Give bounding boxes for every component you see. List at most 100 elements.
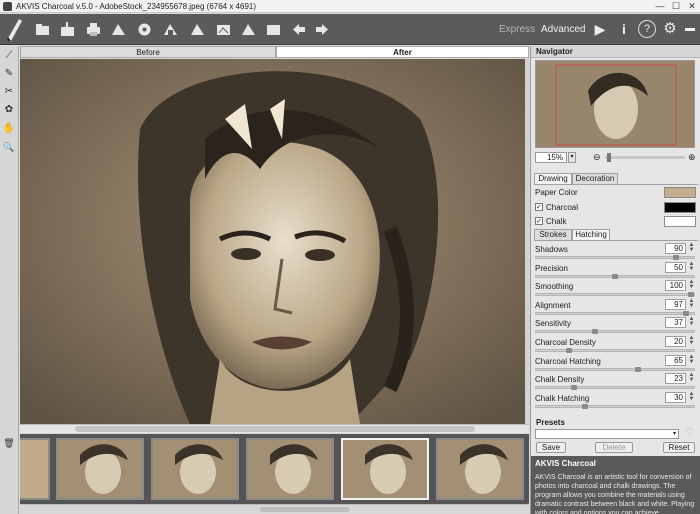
zoom-in-icon[interactable]: ⊕ bbox=[688, 152, 696, 163]
hand-tool-icon[interactable]: ✋ bbox=[2, 122, 16, 136]
tab-before[interactable]: Before bbox=[20, 46, 276, 58]
param-slider[interactable] bbox=[535, 274, 695, 279]
param-value-field[interactable]: 20 bbox=[665, 336, 686, 347]
favorite-icon[interactable]: ♡ bbox=[685, 427, 694, 438]
image-canvas[interactable] bbox=[20, 59, 525, 424]
chalk-color-swatch[interactable] bbox=[664, 216, 696, 227]
param-slider[interactable] bbox=[535, 367, 695, 372]
param-label: Chalk Hatching bbox=[535, 394, 590, 403]
zoom-slider-knob[interactable] bbox=[607, 153, 611, 162]
preferences-icon[interactable]: ⚙ bbox=[661, 20, 679, 38]
navigator-preview[interactable] bbox=[535, 60, 695, 148]
zoom-dropdown-icon[interactable]: ▾ bbox=[568, 152, 576, 163]
spinner-icon[interactable]: ▲ ▼ bbox=[687, 372, 696, 384]
open-icon[interactable] bbox=[34, 21, 51, 38]
horizontal-scrollbar[interactable] bbox=[20, 424, 529, 433]
presets-dropdown[interactable]: ▾ bbox=[535, 429, 679, 439]
history-thumb[interactable] bbox=[20, 438, 50, 500]
tab-decoration[interactable]: Decoration bbox=[572, 173, 618, 184]
param-slider[interactable] bbox=[535, 255, 695, 260]
filmstrip-scrollbar[interactable] bbox=[20, 504, 529, 514]
export-icon[interactable] bbox=[136, 21, 153, 38]
reset-button[interactable]: Reset bbox=[663, 442, 695, 453]
tab-drawing[interactable]: Drawing bbox=[534, 173, 572, 184]
effect-tool-icon[interactable]: ✿ bbox=[2, 103, 16, 117]
slider-knob[interactable] bbox=[673, 255, 679, 260]
zoom-tool-icon[interactable]: 🔍 bbox=[2, 140, 16, 154]
batch-icon[interactable] bbox=[162, 21, 179, 38]
param-value-field[interactable]: 97 bbox=[665, 299, 686, 310]
history-thumb[interactable] bbox=[436, 438, 524, 500]
slider-knob[interactable] bbox=[635, 367, 641, 372]
slider-knob[interactable] bbox=[612, 274, 618, 279]
save-preset-button[interactable]: Save bbox=[536, 442, 566, 453]
undo-icon[interactable] bbox=[290, 21, 307, 38]
advanced-mode-button[interactable]: Advanced bbox=[541, 24, 585, 35]
slider-knob[interactable] bbox=[582, 404, 588, 409]
minimize-button[interactable]: — bbox=[652, 1, 668, 12]
scroll-thumb[interactable] bbox=[260, 507, 350, 512]
slider-knob[interactable] bbox=[571, 385, 577, 390]
print-icon[interactable] bbox=[85, 21, 102, 38]
param-value-field[interactable]: 65 bbox=[665, 355, 686, 366]
close-button[interactable]: ✕ bbox=[684, 1, 700, 12]
paper-color-swatch[interactable] bbox=[664, 187, 696, 198]
spinner-icon[interactable]: ▲ ▼ bbox=[687, 261, 696, 273]
spinner-icon[interactable]: ▲ ▼ bbox=[687, 335, 696, 347]
share-icon[interactable] bbox=[110, 21, 127, 38]
charcoal-color-swatch[interactable] bbox=[664, 202, 696, 213]
spinner-icon[interactable]: ▲ ▼ bbox=[687, 354, 696, 366]
tab-after[interactable]: After bbox=[276, 46, 529, 58]
param-value-field[interactable]: 37 bbox=[665, 317, 686, 328]
tab-strokes[interactable]: Strokes bbox=[534, 229, 572, 240]
preset-icon[interactable] bbox=[265, 21, 282, 38]
zoom-out-icon[interactable]: ⊖ bbox=[593, 152, 601, 163]
save-icon[interactable] bbox=[59, 21, 76, 38]
plugin-icon[interactable] bbox=[189, 21, 206, 38]
pencil-tool-icon[interactable]: ✎ bbox=[2, 67, 16, 81]
history-thumb[interactable] bbox=[246, 438, 334, 500]
param-value-field[interactable]: 100 bbox=[665, 280, 686, 291]
param-value-field[interactable]: 30 bbox=[665, 392, 686, 403]
zoom-field[interactable]: 15% bbox=[535, 152, 567, 163]
param-slider[interactable] bbox=[535, 292, 695, 297]
spinner-icon[interactable]: ▲ ▼ bbox=[687, 279, 696, 291]
param-slider[interactable] bbox=[535, 311, 695, 316]
help-icon[interactable]: ? bbox=[638, 20, 656, 38]
settings-icon[interactable] bbox=[215, 21, 232, 38]
charcoal-checkbox[interactable]: ✓ bbox=[535, 203, 543, 211]
spinner-icon[interactable]: ▲ ▼ bbox=[687, 298, 696, 310]
param-value-field[interactable]: 90 bbox=[665, 243, 686, 254]
express-mode-button[interactable]: Express bbox=[499, 24, 535, 35]
param-value-field[interactable]: 23 bbox=[665, 373, 686, 384]
chat-icon[interactable]: ▬ bbox=[681, 20, 699, 38]
info-icon[interactable]: i bbox=[615, 20, 633, 38]
eraser-tool-icon[interactable]: ✂ bbox=[2, 85, 16, 99]
brush-icon[interactable] bbox=[240, 21, 257, 38]
spinner-icon[interactable]: ▲ ▼ bbox=[687, 391, 696, 403]
slider-knob[interactable] bbox=[688, 292, 694, 297]
history-thumb-selected[interactable] bbox=[341, 438, 429, 500]
param-slider[interactable] bbox=[535, 329, 695, 334]
redo-icon[interactable] bbox=[314, 21, 331, 38]
param-slider[interactable] bbox=[535, 348, 695, 353]
scroll-thumb[interactable] bbox=[75, 426, 475, 432]
delete-preset-button[interactable]: Delete bbox=[595, 442, 633, 453]
spinner-icon[interactable]: ▲ ▼ bbox=[687, 242, 696, 254]
slider-knob[interactable] bbox=[566, 348, 572, 353]
chalk-checkbox[interactable]: ✓ bbox=[535, 217, 543, 225]
tab-hatching[interactable]: Hatching bbox=[572, 229, 610, 240]
param-slider[interactable] bbox=[535, 404, 695, 409]
param-slider[interactable] bbox=[535, 385, 695, 390]
spinner-icon[interactable]: ▲ ▼ bbox=[687, 316, 696, 328]
param-value-field[interactable]: 50 bbox=[665, 262, 686, 273]
slider-knob[interactable] bbox=[592, 329, 598, 334]
charcoal-tool-icon[interactable]: ⟋ bbox=[2, 49, 16, 63]
zoom-slider[interactable] bbox=[605, 153, 685, 162]
history-thumb[interactable] bbox=[151, 438, 239, 500]
trash-icon[interactable]: 🗑 bbox=[2, 436, 16, 450]
maximize-button[interactable]: ☐ bbox=[668, 1, 684, 12]
run-icon[interactable]: ▶ bbox=[591, 20, 609, 38]
vertical-scrollbar[interactable] bbox=[525, 59, 529, 424]
history-thumb[interactable] bbox=[56, 438, 144, 500]
